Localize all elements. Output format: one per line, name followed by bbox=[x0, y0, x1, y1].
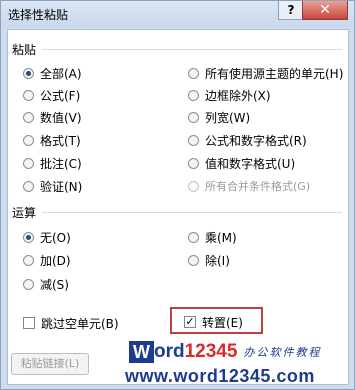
radio-button-icon[interactable] bbox=[23, 231, 34, 243]
radio-label: 公式和数字格式(R) bbox=[205, 133, 307, 148]
radio-label: 验证(N) bbox=[40, 179, 83, 194]
watermark-tagline: 办公软件教程 bbox=[243, 346, 322, 359]
radio-button-icon[interactable] bbox=[23, 67, 34, 79]
radio-operation-multiply[interactable]: 乘(M) bbox=[188, 229, 237, 245]
title-bar: 选择性粘贴 ? ✕ bbox=[1, 1, 354, 27]
radio-label: 无(O) bbox=[40, 230, 71, 245]
close-button[interactable]: ✕ bbox=[302, 1, 348, 20]
radio-paste-validation[interactable]: 验证(N) bbox=[23, 178, 82, 194]
radio-paste-formulas[interactable]: 公式(F) bbox=[23, 87, 80, 103]
radio-all-using-source-theme[interactable]: 所有使用源主题的单元(H) bbox=[188, 65, 343, 81]
watermark-logo: W ord 12345 办公软件教程 www.word12345.com bbox=[125, 341, 351, 389]
radio-label: 公式(F) bbox=[40, 88, 81, 103]
radio-paste-comments[interactable]: 批注(C) bbox=[23, 155, 82, 171]
radio-button-icon[interactable] bbox=[23, 278, 34, 290]
radio-operation-divide[interactable]: 除(I) bbox=[188, 252, 230, 268]
radio-label: 格式(T) bbox=[40, 133, 81, 148]
radio-button-icon[interactable] bbox=[23, 89, 34, 101]
radio-button-icon[interactable] bbox=[188, 89, 199, 101]
radio-label: 列宽(W) bbox=[205, 110, 251, 125]
radio-paste-all[interactable]: 全部(A) bbox=[23, 65, 82, 81]
checkbox-icon[interactable] bbox=[23, 317, 35, 329]
radio-operation-none[interactable]: 无(O) bbox=[23, 229, 71, 245]
radio-button-icon bbox=[188, 180, 199, 192]
paste-group-divider bbox=[42, 49, 342, 50]
watermark-brand: W ord 12345 办公软件教程 bbox=[129, 341, 321, 363]
radio-paste-values[interactable]: 数值(V) bbox=[23, 109, 82, 125]
radio-button-icon[interactable] bbox=[188, 157, 199, 169]
checkbox-label: 转置(E) bbox=[202, 315, 243, 330]
radio-button-icon[interactable] bbox=[23, 111, 34, 123]
paste-special-dialog: 选择性粘贴 ? ✕ 粘贴 全部(A) 公式(F) 数值(V) 格式(T) 批注(… bbox=[0, 0, 355, 390]
radio-all-merging-conditional-formats: 所有合并条件格式(G) bbox=[188, 178, 310, 194]
help-button[interactable]: ? bbox=[278, 1, 304, 20]
watermark-number: 12345 bbox=[184, 341, 238, 362]
checkmark-icon[interactable]: ✓ bbox=[184, 316, 196, 328]
dialog-body: 粘贴 全部(A) 公式(F) 数值(V) 格式(T) 批注(C) 验证(N) 所… bbox=[7, 29, 349, 385]
paste-link-button[interactable]: 粘贴链接(L) bbox=[11, 353, 89, 375]
checkbox-skip-blanks[interactable]: 跳过空单元(B) bbox=[23, 315, 119, 331]
radio-button-icon[interactable] bbox=[188, 111, 199, 123]
watermark-url: www.word12345.com bbox=[125, 366, 315, 386]
radio-label: 全部(A) bbox=[40, 66, 82, 81]
radio-button-icon[interactable] bbox=[188, 67, 199, 79]
checkbox-label: 跳过空单元(B) bbox=[41, 316, 119, 331]
radio-button-icon[interactable] bbox=[188, 254, 199, 266]
radio-button-icon[interactable] bbox=[188, 231, 199, 243]
radio-operation-subtract[interactable]: 减(S) bbox=[23, 276, 69, 292]
radio-label: 加(D) bbox=[40, 253, 71, 268]
radio-label: 除(I) bbox=[205, 253, 230, 268]
radio-button-icon[interactable] bbox=[23, 157, 34, 169]
radio-label: 边框除外(X) bbox=[205, 88, 271, 103]
radio-column-widths[interactable]: 列宽(W) bbox=[188, 109, 250, 125]
radio-label: 批注(C) bbox=[40, 156, 82, 171]
watermark-w-block: W bbox=[129, 341, 154, 363]
radio-values-and-number-formats[interactable]: 值和数字格式(U) bbox=[188, 155, 295, 171]
operation-group-divider bbox=[42, 212, 342, 213]
radio-label: 数值(V) bbox=[40, 110, 82, 125]
radio-all-except-borders[interactable]: 边框除外(X) bbox=[188, 87, 271, 103]
radio-formulas-and-number-formats[interactable]: 公式和数字格式(R) bbox=[188, 132, 307, 148]
watermark-word: ord bbox=[154, 341, 185, 362]
operation-group-label: 运算 bbox=[12, 206, 37, 220]
radio-button-icon[interactable] bbox=[23, 180, 34, 192]
paste-group-label: 粘贴 bbox=[12, 43, 37, 57]
radio-label: 乘(M) bbox=[205, 230, 237, 245]
radio-paste-formats[interactable]: 格式(T) bbox=[23, 132, 81, 148]
radio-label: 所有合并条件格式(G) bbox=[205, 180, 311, 193]
radio-label: 减(S) bbox=[40, 277, 69, 292]
radio-button-icon[interactable] bbox=[23, 254, 34, 266]
dialog-title: 选择性粘贴 bbox=[8, 8, 69, 22]
radio-button-icon[interactable] bbox=[23, 134, 34, 146]
radio-label: 所有使用源主题的单元(H) bbox=[205, 66, 344, 81]
checkbox-transpose[interactable]: ✓ 转置(E) bbox=[184, 314, 243, 330]
radio-operation-add[interactable]: 加(D) bbox=[23, 252, 71, 268]
radio-button-icon[interactable] bbox=[188, 134, 199, 146]
radio-label: 值和数字格式(U) bbox=[205, 156, 296, 171]
